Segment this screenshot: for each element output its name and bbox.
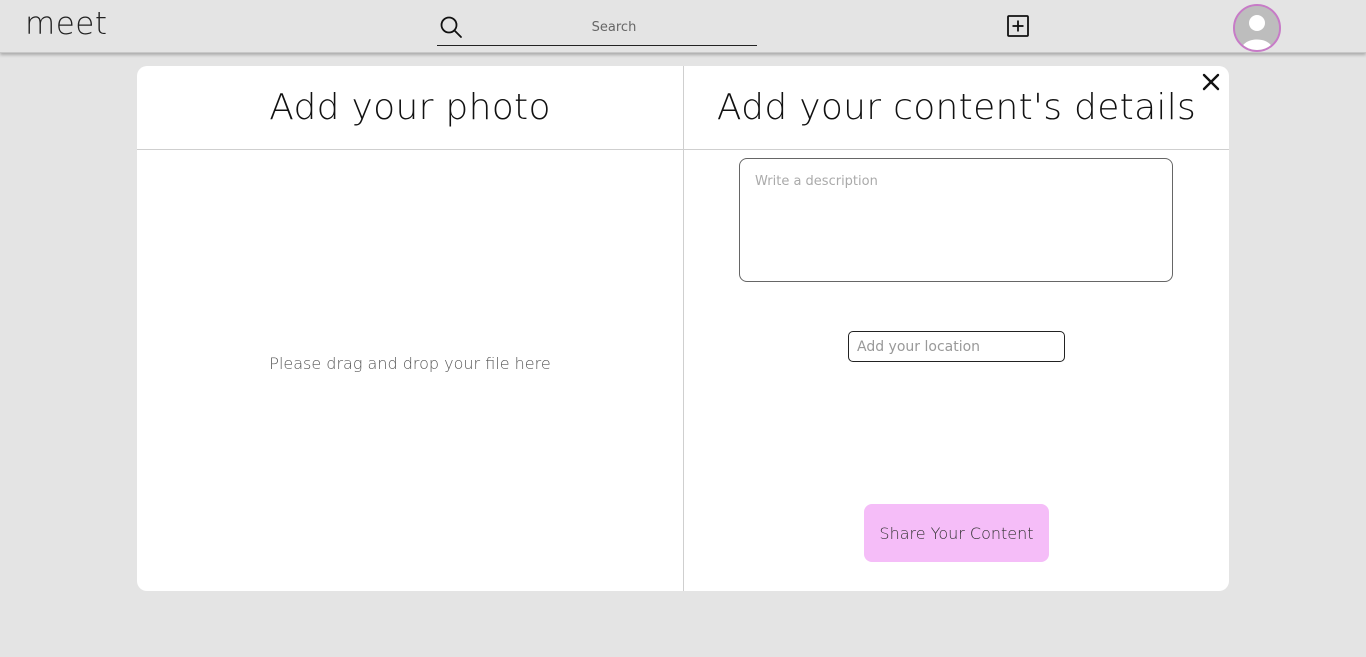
details-column-title: Add your content's details	[684, 66, 1229, 150]
user-avatar[interactable]	[1233, 4, 1281, 52]
close-button[interactable]	[1201, 72, 1221, 92]
photo-column-title: Add your photo	[137, 66, 683, 150]
user-avatar-icon	[1235, 6, 1279, 50]
file-dropzone[interactable]: Please drag and drop your file here	[137, 150, 683, 591]
location-field[interactable]	[848, 331, 1065, 362]
dropzone-text: Please drag and drop your file here	[269, 354, 551, 373]
app-logo[interactable]: meet	[25, 6, 108, 42]
share-content-button[interactable]: Share Your Content	[864, 504, 1049, 562]
details-column: Add your content's details Share Your Co…	[684, 66, 1229, 591]
top-navbar: meet	[0, 0, 1366, 53]
plus-square-icon[interactable]	[1006, 14, 1030, 38]
search-icon[interactable]	[439, 15, 463, 39]
description-field[interactable]	[739, 158, 1173, 282]
close-icon	[1202, 73, 1220, 91]
photo-column: Add your photo Please drag and drop your…	[137, 66, 684, 591]
search-bar	[437, 10, 757, 46]
search-input[interactable]	[477, 14, 751, 40]
create-post-modal: Add your photo Please drag and drop your…	[137, 66, 1229, 591]
